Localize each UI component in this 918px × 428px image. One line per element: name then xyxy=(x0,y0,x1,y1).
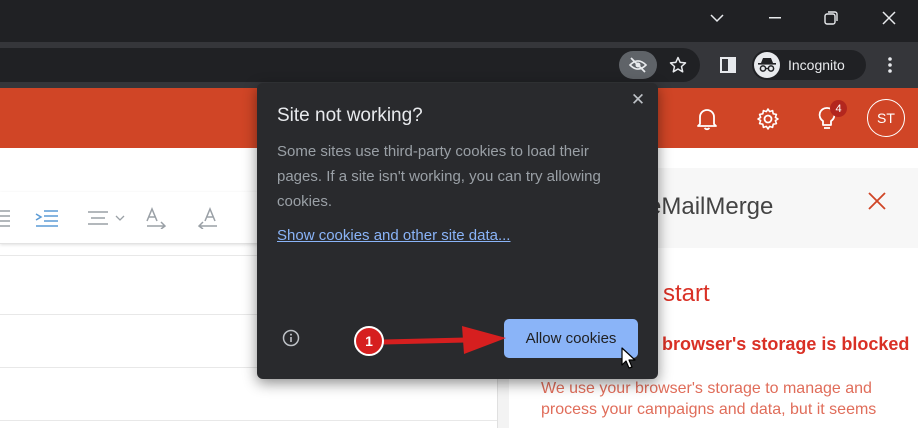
side-panel-button[interactable] xyxy=(711,48,745,82)
incognito-profile-button[interactable]: Incognito xyxy=(752,50,866,80)
popup-description: Some sites use third-party cookies to lo… xyxy=(277,143,601,210)
side-panel-title: eMailMerge xyxy=(648,193,774,220)
chevron-down-icon xyxy=(710,13,724,22)
close-icon xyxy=(882,11,896,25)
storage-blocked-description: We use your browser's storage to manage … xyxy=(541,380,877,418)
restore-icon xyxy=(824,11,838,25)
bookmark-button[interactable] xyxy=(661,48,695,82)
notification-count-badge: 4 xyxy=(830,100,847,117)
restore-button[interactable] xyxy=(802,0,860,36)
settings-button[interactable] xyxy=(756,107,780,136)
gear-icon xyxy=(757,108,779,130)
eye-off-icon xyxy=(628,57,648,73)
row-divider xyxy=(0,420,497,421)
storage-blocked-warning: browser's storage is blocked xyxy=(662,334,910,354)
allow-cookies-button[interactable]: Allow cookies xyxy=(504,319,638,358)
text-direction-ltr-icon[interactable] xyxy=(145,207,169,229)
annotation-arrow xyxy=(381,326,506,354)
side-panel-icon xyxy=(720,57,736,73)
popup-title: Site not working? xyxy=(277,105,423,126)
bell-icon xyxy=(697,109,717,131)
incognito-icon xyxy=(754,52,780,78)
minimize-icon xyxy=(769,17,781,19)
third-party-cookies-blocked-button[interactable] xyxy=(619,51,657,79)
side-panel-heading: start xyxy=(663,280,710,307)
indent-icon[interactable] xyxy=(34,208,60,228)
mouse-cursor-icon xyxy=(621,347,636,369)
align-justify-icon[interactable] xyxy=(0,208,12,228)
popup-close-button[interactable]: ✕ xyxy=(629,90,647,109)
window-title-bar xyxy=(0,0,918,42)
panel-close-icon[interactable] xyxy=(868,192,886,210)
star-icon xyxy=(669,56,687,73)
step-number-badge: 1 xyxy=(354,326,384,356)
text-direction-rtl-icon[interactable] xyxy=(195,207,219,229)
notifications-button[interactable] xyxy=(696,107,718,136)
address-bar[interactable] xyxy=(0,48,700,82)
show-cookies-link[interactable]: Show cookies and other site data... xyxy=(277,227,510,244)
minimize-button[interactable] xyxy=(746,0,804,36)
incognito-label: Incognito xyxy=(788,57,845,73)
close-window-button[interactable] xyxy=(860,0,918,36)
info-icon[interactable] xyxy=(282,329,300,347)
browser-menu-button[interactable] xyxy=(873,48,907,82)
line-spacing-icon[interactable] xyxy=(86,208,128,228)
user-avatar[interactable]: ST xyxy=(867,99,905,137)
more-vertical-icon xyxy=(888,57,892,73)
tab-search-button[interactable] xyxy=(688,0,746,36)
